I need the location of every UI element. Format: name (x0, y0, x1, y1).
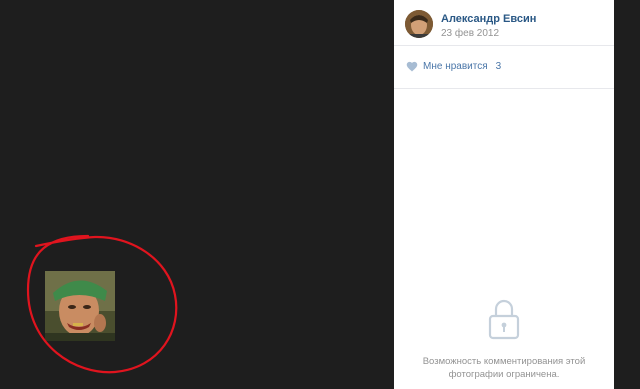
comments-restricted-notice: Возможность комментирования этой фотогра… (414, 355, 594, 381)
like-count[interactable]: 3 (496, 61, 502, 72)
photo-info-panel: Александр Евсин 23 фев 2012 Мне нравится… (394, 0, 614, 389)
avatar-image (405, 10, 433, 38)
author-name-link[interactable]: Александр Евсин (441, 13, 536, 25)
right-gutter (614, 0, 640, 389)
restricted-line-2: фотографии ограничена. (448, 369, 560, 380)
author-avatar[interactable] (405, 10, 433, 38)
photo-thumbnail[interactable] (45, 271, 115, 341)
portrait-image (45, 271, 115, 341)
like-label: Мне нравится (423, 61, 488, 72)
post-date[interactable]: 23 фев 2012 (441, 28, 499, 39)
heart-icon (406, 61, 418, 72)
author-header: Александр Евсин 23 фев 2012 (394, 0, 614, 46)
restricted-line-1: Возможность комментирования этой (422, 356, 586, 367)
likes-bar: Мне нравится 3 (394, 46, 614, 89)
photo-viewer (0, 0, 394, 389)
lock-icon (488, 299, 520, 340)
like-button[interactable]: Мне нравится 3 (406, 61, 501, 72)
